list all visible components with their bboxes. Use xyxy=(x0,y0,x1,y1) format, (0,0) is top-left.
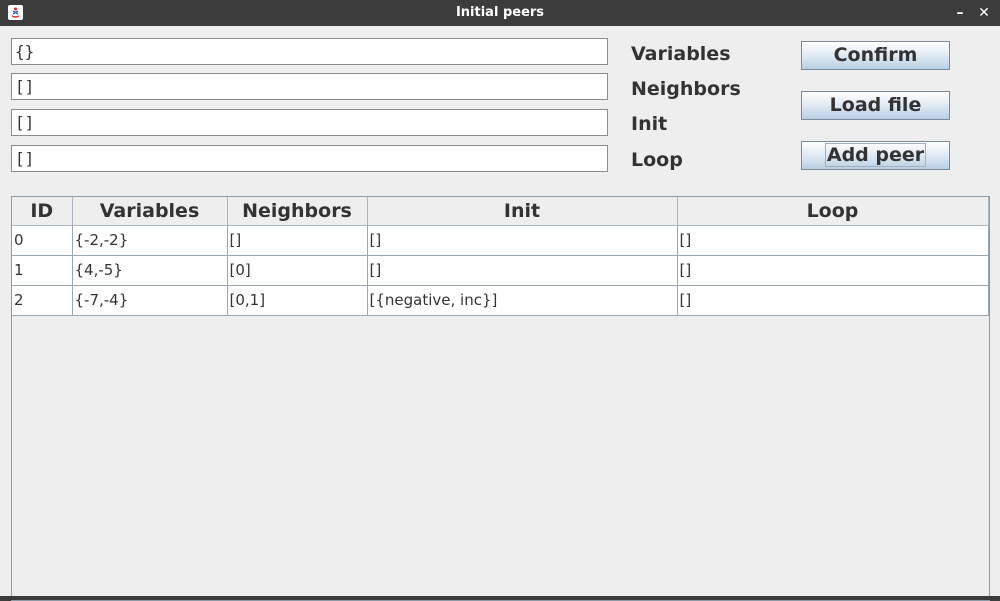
init-field[interactable] xyxy=(11,109,608,136)
neighbors-field[interactable] xyxy=(11,73,608,100)
table-row[interactable]: 2 {-7,-4} [0,1] [{negative, inc}] [] xyxy=(12,285,989,316)
cell-id[interactable]: 1 xyxy=(12,255,73,286)
loop-field[interactable] xyxy=(11,145,608,172)
load-file-button[interactable]: Load file xyxy=(801,91,950,120)
minimize-button[interactable]: – xyxy=(950,2,970,24)
confirm-button[interactable]: Confirm xyxy=(801,41,950,70)
add-peer-button[interactable]: Add peer xyxy=(801,141,950,170)
window-title: Initial peers xyxy=(455,5,545,20)
cell-init[interactable]: [] xyxy=(367,225,678,256)
table-header-row: ID Variables Neighbors Init Loop xyxy=(12,197,989,226)
cell-loop[interactable]: [] xyxy=(677,255,989,286)
init-label: Init xyxy=(631,113,668,135)
peers-table: ID Variables Neighbors Init Loop 0 {-2,-… xyxy=(11,196,990,601)
table-row[interactable]: 0 {-2,-2} [] [] [] xyxy=(12,225,989,256)
cell-variables[interactable]: {-2,-2} xyxy=(72,225,228,256)
cell-neighbors[interactable]: [] xyxy=(227,225,368,256)
cell-variables[interactable]: {-7,-4} xyxy=(72,285,228,316)
cell-loop[interactable]: [] xyxy=(677,285,989,316)
confirm-button-label: Confirm xyxy=(833,44,918,66)
column-header-id[interactable]: ID xyxy=(12,197,73,226)
load-file-button-label: Load file xyxy=(829,94,922,116)
main-panel: Variables Neighbors Init Loop Confirm Lo… xyxy=(0,26,1000,601)
table-row[interactable]: 1 {4,-5} [0] [] [] xyxy=(12,255,989,286)
variables-field[interactable] xyxy=(11,38,608,65)
variables-label: Variables xyxy=(631,43,731,65)
column-header-init[interactable]: Init xyxy=(367,197,678,226)
cell-id[interactable]: 0 xyxy=(12,225,73,256)
neighbors-label: Neighbors xyxy=(631,78,741,100)
loop-label: Loop xyxy=(631,149,683,171)
column-header-variables[interactable]: Variables xyxy=(72,197,228,226)
cell-variables[interactable]: {4,-5} xyxy=(72,255,228,286)
cell-init[interactable]: [{negative, inc}] xyxy=(367,285,678,316)
cell-init[interactable]: [] xyxy=(367,255,678,286)
column-header-loop[interactable]: Loop xyxy=(677,197,989,226)
cell-loop[interactable]: [] xyxy=(677,225,989,256)
cell-neighbors[interactable]: [0,1] xyxy=(227,285,368,316)
cell-neighbors[interactable]: [0] xyxy=(227,255,368,286)
window-bottom-border xyxy=(0,596,1000,600)
column-header-neighbors[interactable]: Neighbors xyxy=(227,197,368,226)
title-bar: Initial peers – ✕ xyxy=(0,0,1000,26)
add-peer-button-label: Add peer xyxy=(824,143,927,167)
close-button[interactable]: ✕ xyxy=(974,2,994,24)
cell-id[interactable]: 2 xyxy=(12,285,73,316)
